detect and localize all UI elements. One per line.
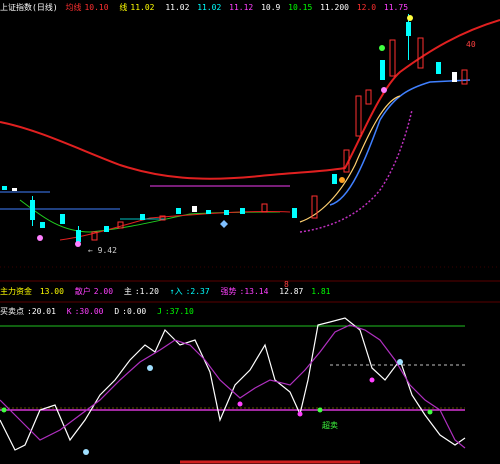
main-ind-9: 11.75 bbox=[383, 3, 409, 12]
main-ind-8: 12.0 bbox=[356, 3, 377, 12]
mid-ind-5: 12.87 bbox=[279, 287, 304, 296]
main-chart-svg[interactable] bbox=[0, 0, 500, 464]
high-marker: 40 bbox=[466, 40, 476, 49]
mid-ind-4: 强势:13.14 bbox=[220, 287, 269, 296]
low-ind-0: 买卖点:20.01 bbox=[0, 307, 56, 316]
low-ind-1: K:30.00 bbox=[66, 307, 104, 316]
main-indicator-header: 上证指数(日线) 均线 10.10 线 11.02 11.02 11.02 11.1… bbox=[0, 2, 500, 14]
kdj-purple-line bbox=[0, 324, 466, 449]
middle-indicator-header: 主力资金 13.00 散户 2.00 主:1.20 ↑入:2.37 强势:13.1… bbox=[0, 286, 500, 298]
mid-ma-line bbox=[329, 79, 471, 206]
long-ma-line bbox=[0, 19, 500, 180]
main-ind-0: 均线 10.10 bbox=[65, 3, 109, 12]
lower-indicator-header: 买卖点:20.01 K:30.00 D:0.00 J:37.10 bbox=[0, 306, 500, 318]
kdj-white-line bbox=[0, 317, 466, 451]
mid-ind-0: 主力资金 13.00 bbox=[0, 287, 64, 296]
mid-ind-2: 主:1.20 bbox=[123, 287, 159, 296]
low-ind-2: D:0.00 bbox=[114, 307, 147, 316]
mid-ind-1: 散户 2.00 bbox=[74, 287, 114, 296]
low-ind-3: J:37.10 bbox=[157, 307, 194, 316]
mid-ind-3: ↑入:2.37 bbox=[169, 287, 210, 296]
base-ma-line bbox=[19, 199, 281, 233]
low-price-label: ← 9.42 bbox=[88, 246, 117, 255]
mid-ind-6: 1.81 bbox=[311, 287, 331, 296]
candles-base bbox=[2, 174, 337, 246]
main-ind-5: 10.9 bbox=[261, 3, 281, 12]
main-ind-1: 线 11.02 bbox=[119, 3, 155, 12]
main-title: 上证指数(日线) bbox=[0, 3, 58, 12]
base-red-line bbox=[59, 210, 291, 241]
oversold-label: 超卖 bbox=[322, 421, 338, 430]
main-ind-6: 10.15 bbox=[288, 3, 313, 12]
main-ind-2: 11.02 bbox=[165, 3, 190, 12]
main-ind-7: 11.200 bbox=[320, 3, 349, 12]
main-ind-3: 11.02 bbox=[197, 3, 222, 12]
main-ind-4: 11.12 bbox=[229, 3, 254, 12]
